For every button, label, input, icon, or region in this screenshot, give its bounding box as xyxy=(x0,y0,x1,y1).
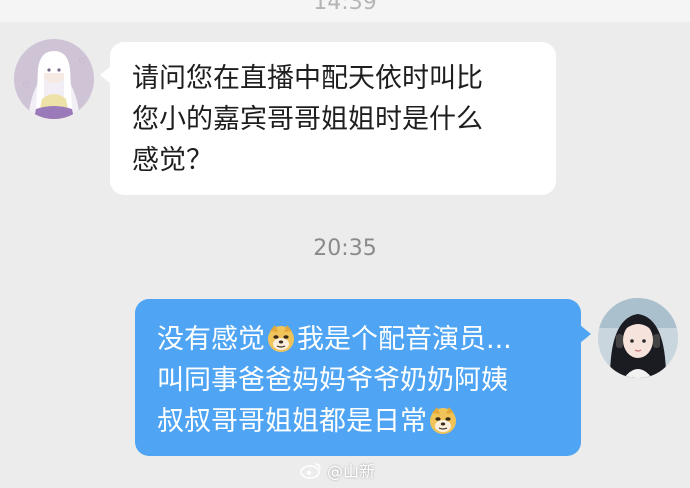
message-text-line: 您小的嘉宾哥哥姐姐时是什么 xyxy=(132,104,483,135)
watermark-text: @山新 xyxy=(327,462,376,481)
message-text-line: 叫同事爸爸妈妈爷爷奶奶阿姨 xyxy=(157,365,508,396)
doge-emoji-icon xyxy=(268,325,294,352)
weibo-icon xyxy=(300,463,321,479)
sender-avatar[interactable]: ♡ ♡ xyxy=(14,39,94,119)
previous-timestamp: 14:39 xyxy=(313,0,377,15)
message-text-segment: 我是个配音演员... xyxy=(297,324,512,355)
incoming-message-bubble[interactable]: 请问您在直播中配天依时叫比 您小的嘉宾哥哥姐姐时是什么 感觉？ xyxy=(100,42,556,195)
message-text-segment: 没有感觉 xyxy=(157,324,265,355)
message-text-line: 没有感觉 我是个配音演员... xyxy=(157,319,559,360)
message-text-line: 请问您在直播中配天依时叫比 xyxy=(132,63,483,94)
svg-text:♡: ♡ xyxy=(78,57,87,68)
self-avatar[interactable] xyxy=(598,298,678,378)
message-timestamp: 20:35 xyxy=(313,236,377,261)
top-strip: 14:39 xyxy=(0,0,690,22)
message-text-segment: 叔叔哥哥姐姐都是日常 xyxy=(157,406,427,437)
anime-girl-avatar-icon: ♡ ♡ xyxy=(14,39,94,119)
watermark: @山新 xyxy=(300,458,375,482)
message-text-line: 叔叔哥哥姐姐都是日常 xyxy=(157,401,559,442)
outgoing-message-bubble[interactable]: 没有感觉 我是个配音演员... 叫同事爸爸妈妈爷爷奶奶阿姨 叔叔哥哥姐姐都是日常 xyxy=(135,299,591,456)
doge-emoji-icon xyxy=(430,407,456,434)
svg-text:♡: ♡ xyxy=(22,81,31,92)
message-text-line: 感觉？ xyxy=(132,145,213,176)
girl-with-headphones-avatar-icon xyxy=(598,298,678,378)
